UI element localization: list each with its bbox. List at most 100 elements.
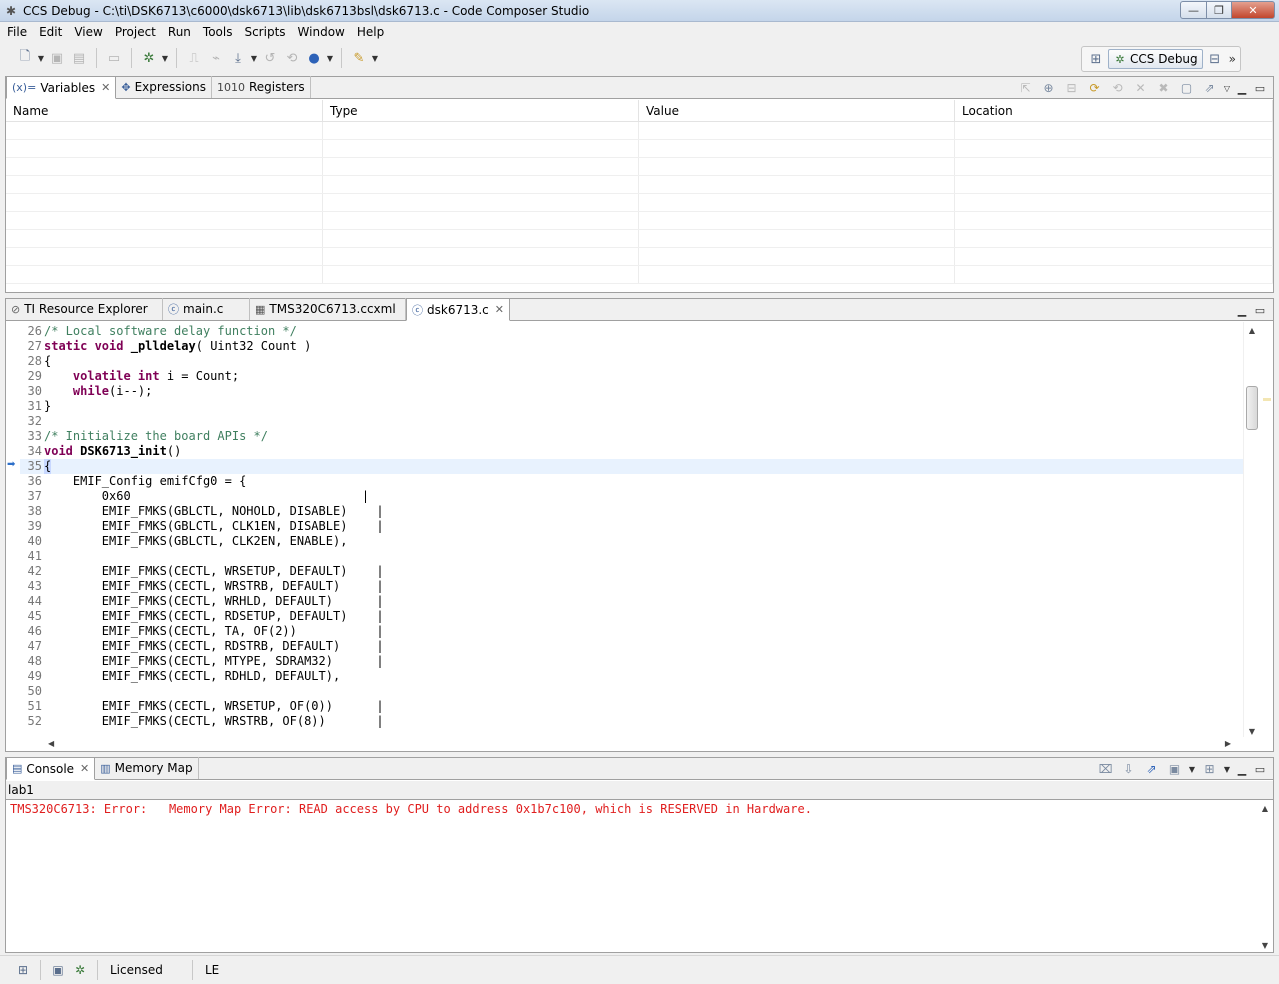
- script-dropdown-icon[interactable]: ▼: [325, 54, 335, 63]
- scroll-up-icon[interactable]: ▲: [1257, 804, 1273, 813]
- menu-file[interactable]: File: [0, 25, 33, 39]
- tab-ti-resource-explorer[interactable]: ⊘ TI Resource Explorer: [6, 298, 163, 320]
- menu-help[interactable]: Help: [351, 25, 390, 39]
- fast-view-icon[interactable]: ⊞: [12, 959, 34, 981]
- collapse-all-icon[interactable]: ⊟: [1060, 81, 1083, 95]
- more-perspectives-icon[interactable]: »: [1229, 52, 1236, 66]
- save-all-icon[interactable]: ▤: [68, 47, 90, 69]
- flash-dropdown-icon[interactable]: ▼: [370, 54, 380, 63]
- tab-variables[interactable]: (x)= Variables ✕: [6, 76, 117, 99]
- console-output[interactable]: TMS320C6713: Error: Memory Map Error: RE…: [6, 799, 1257, 952]
- code-line[interactable]: 34 void DSK6713_init(): [20, 444, 1243, 459]
- debug-status-icon[interactable]: ✲: [69, 959, 91, 981]
- code-line[interactable]: 33/* Initialize the board APIs */: [20, 429, 1243, 444]
- new-file-icon[interactable]: 🗋: [14, 47, 36, 69]
- editor-gutter[interactable]: ➡: [6, 322, 20, 739]
- tab-expressions[interactable]: ✥ Expressions: [116, 76, 212, 98]
- save-icon[interactable]: ▣: [46, 47, 68, 69]
- code-line[interactable]: 29 volatile int i = Count;: [20, 369, 1243, 384]
- scroll-down-icon[interactable]: ▼: [1257, 941, 1273, 950]
- reset-cpu-icon[interactable]: ↺: [259, 47, 281, 69]
- view-menu-icon[interactable]: ▽: [1221, 84, 1233, 93]
- code-line[interactable]: 31}: [20, 399, 1243, 414]
- pin-console-icon[interactable]: ⇗: [1140, 762, 1163, 776]
- code-line[interactable]: 36 EMIF_Config emifCfg0 = {: [20, 474, 1243, 489]
- code-line[interactable]: 38 EMIF_FMKS(GBLCTL, NOHOLD, DISABLE) |: [20, 504, 1243, 519]
- minimize-view-icon[interactable]: ▁: [1233, 763, 1251, 776]
- minimize-button[interactable]: —: [1180, 1, 1207, 19]
- menu-project[interactable]: Project: [109, 25, 162, 39]
- debug-bug-icon[interactable]: ✲: [138, 47, 160, 69]
- code-line[interactable]: 41: [20, 549, 1243, 564]
- menu-view[interactable]: View: [68, 25, 108, 39]
- code-line[interactable]: 32: [20, 414, 1243, 429]
- menu-window[interactable]: Window: [292, 25, 351, 39]
- show-types-icon[interactable]: ⇱: [1014, 81, 1037, 95]
- continuous-refresh-icon[interactable]: ⟲: [1106, 81, 1129, 95]
- maximize-view-icon[interactable]: ▭: [1251, 82, 1269, 95]
- menu-tools[interactable]: Tools: [197, 25, 239, 39]
- tab-console[interactable]: ▤ Console ✕: [6, 757, 96, 780]
- column-name[interactable]: Name: [6, 100, 323, 121]
- restart-icon[interactable]: ⟲: [281, 47, 303, 69]
- code-line[interactable]: 45 EMIF_FMKS(CECTL, RDSETUP, DEFAULT) |: [20, 609, 1243, 624]
- refresh-icon[interactable]: ⟳: [1083, 81, 1106, 95]
- code-line[interactable]: 42 EMIF_FMKS(CECTL, WRSETUP, DEFAULT) |: [20, 564, 1243, 579]
- tab-main-c[interactable]: ⓒ main.c: [163, 298, 250, 320]
- code-line[interactable]: 52 EMIF_FMKS(CECTL, WRSTRB, OF(8)) |: [20, 714, 1243, 729]
- scroll-left-icon[interactable]: ◀: [48, 737, 54, 751]
- menu-edit[interactable]: Edit: [33, 25, 68, 39]
- code-line[interactable]: 27 static void _plldelay( Uint32 Count ): [20, 339, 1243, 354]
- target-status-icon[interactable]: ▣: [47, 959, 69, 981]
- code-line[interactable]: 40 EMIF_FMKS(GBLCTL, CLK2EN, ENABLE),: [20, 534, 1243, 549]
- connect-target-icon[interactable]: ⎍: [183, 47, 205, 69]
- scroll-thumb[interactable]: [1246, 386, 1258, 430]
- code-line[interactable]: 47 EMIF_FMKS(CECTL, RDSTRB, DEFAULT) |: [20, 639, 1243, 654]
- close-icon[interactable]: ✕: [101, 81, 110, 94]
- menu-run[interactable]: Run: [162, 25, 197, 39]
- code-line[interactable]: 28{: [20, 354, 1243, 369]
- new-dropdown-icon[interactable]: ▼: [36, 54, 46, 63]
- load-dropdown-icon[interactable]: ▼: [249, 54, 259, 63]
- current-code-line[interactable]: 35{: [20, 459, 1243, 474]
- code-line[interactable]: 39 EMIF_FMKS(GBLCTL, CLK1EN, DISABLE) |: [20, 519, 1243, 534]
- code-line[interactable]: 48 EMIF_FMKS(CECTL, MTYPE, SDRAM32) |: [20, 654, 1243, 669]
- scroll-right-icon[interactable]: ▶: [1225, 737, 1231, 751]
- tab-memory-map[interactable]: ▥ Memory Map: [95, 757, 199, 779]
- column-type[interactable]: Type: [323, 100, 639, 121]
- flash-tool-icon[interactable]: ✎: [348, 47, 370, 69]
- clear-console-icon[interactable]: ⌧: [1094, 762, 1117, 776]
- debug-dropdown-icon[interactable]: ▼: [160, 54, 170, 63]
- editor-vertical-scrollbar[interactable]: ▲ ▼: [1243, 322, 1259, 739]
- add-global-icon[interactable]: ⊕: [1037, 81, 1060, 95]
- tab-ccxml[interactable]: ▦ TMS320C6713.ccxml: [250, 298, 406, 320]
- console-scrollbar[interactable]: ▲ ▼: [1257, 799, 1273, 952]
- open-perspective-icon[interactable]: ⊞: [1086, 48, 1106, 70]
- code-line[interactable]: 26/* Local software delay function */: [20, 324, 1243, 339]
- close-icon[interactable]: ✕: [80, 762, 89, 775]
- code-line[interactable]: 44 EMIF_FMKS(CECTL, WRHLD, DEFAULT) |: [20, 594, 1243, 609]
- maximize-view-icon[interactable]: ▭: [1251, 763, 1269, 776]
- column-value[interactable]: Value: [639, 100, 955, 121]
- code-line[interactable]: 50: [20, 684, 1243, 699]
- ccs-edit-perspective-icon[interactable]: ⊟: [1205, 48, 1225, 70]
- display-console-dropdown-icon[interactable]: ▼: [1186, 765, 1198, 774]
- overview-ruler[interactable]: [1259, 322, 1273, 739]
- run-script-icon[interactable]: ●: [303, 47, 325, 69]
- menu-scripts[interactable]: Scripts: [238, 25, 291, 39]
- disconnect-target-icon[interactable]: ⌁: [205, 47, 227, 69]
- code-area[interactable]: 26/* Local software delay function */27 s…: [20, 324, 1243, 735]
- overview-marker[interactable]: [1263, 398, 1271, 401]
- column-location[interactable]: Location: [955, 100, 1273, 121]
- code-line[interactable]: 30 while (i--);: [20, 384, 1243, 399]
- tab-registers[interactable]: 1010 Registers: [212, 76, 311, 98]
- code-line[interactable]: 49 EMIF_FMKS(CECTL, RDHLD, DEFAULT),: [20, 669, 1243, 684]
- code-editor[interactable]: ➡ 26/* Local software delay function */2…: [6, 322, 1273, 751]
- remove-all-icon[interactable]: ✖: [1152, 81, 1175, 95]
- editor-horizontal-scrollbar[interactable]: ◀ ▶: [6, 737, 1273, 751]
- open-console-icon[interactable]: ⊞: [1198, 762, 1221, 776]
- scroll-up-icon[interactable]: ▲: [1244, 324, 1260, 338]
- ccs-app-icon[interactable]: ✱: [4, 4, 18, 18]
- maximize-button[interactable]: ❐: [1206, 1, 1232, 19]
- code-line[interactable]: 46 EMIF_FMKS(CECTL, TA, OF(2)) |: [20, 624, 1243, 639]
